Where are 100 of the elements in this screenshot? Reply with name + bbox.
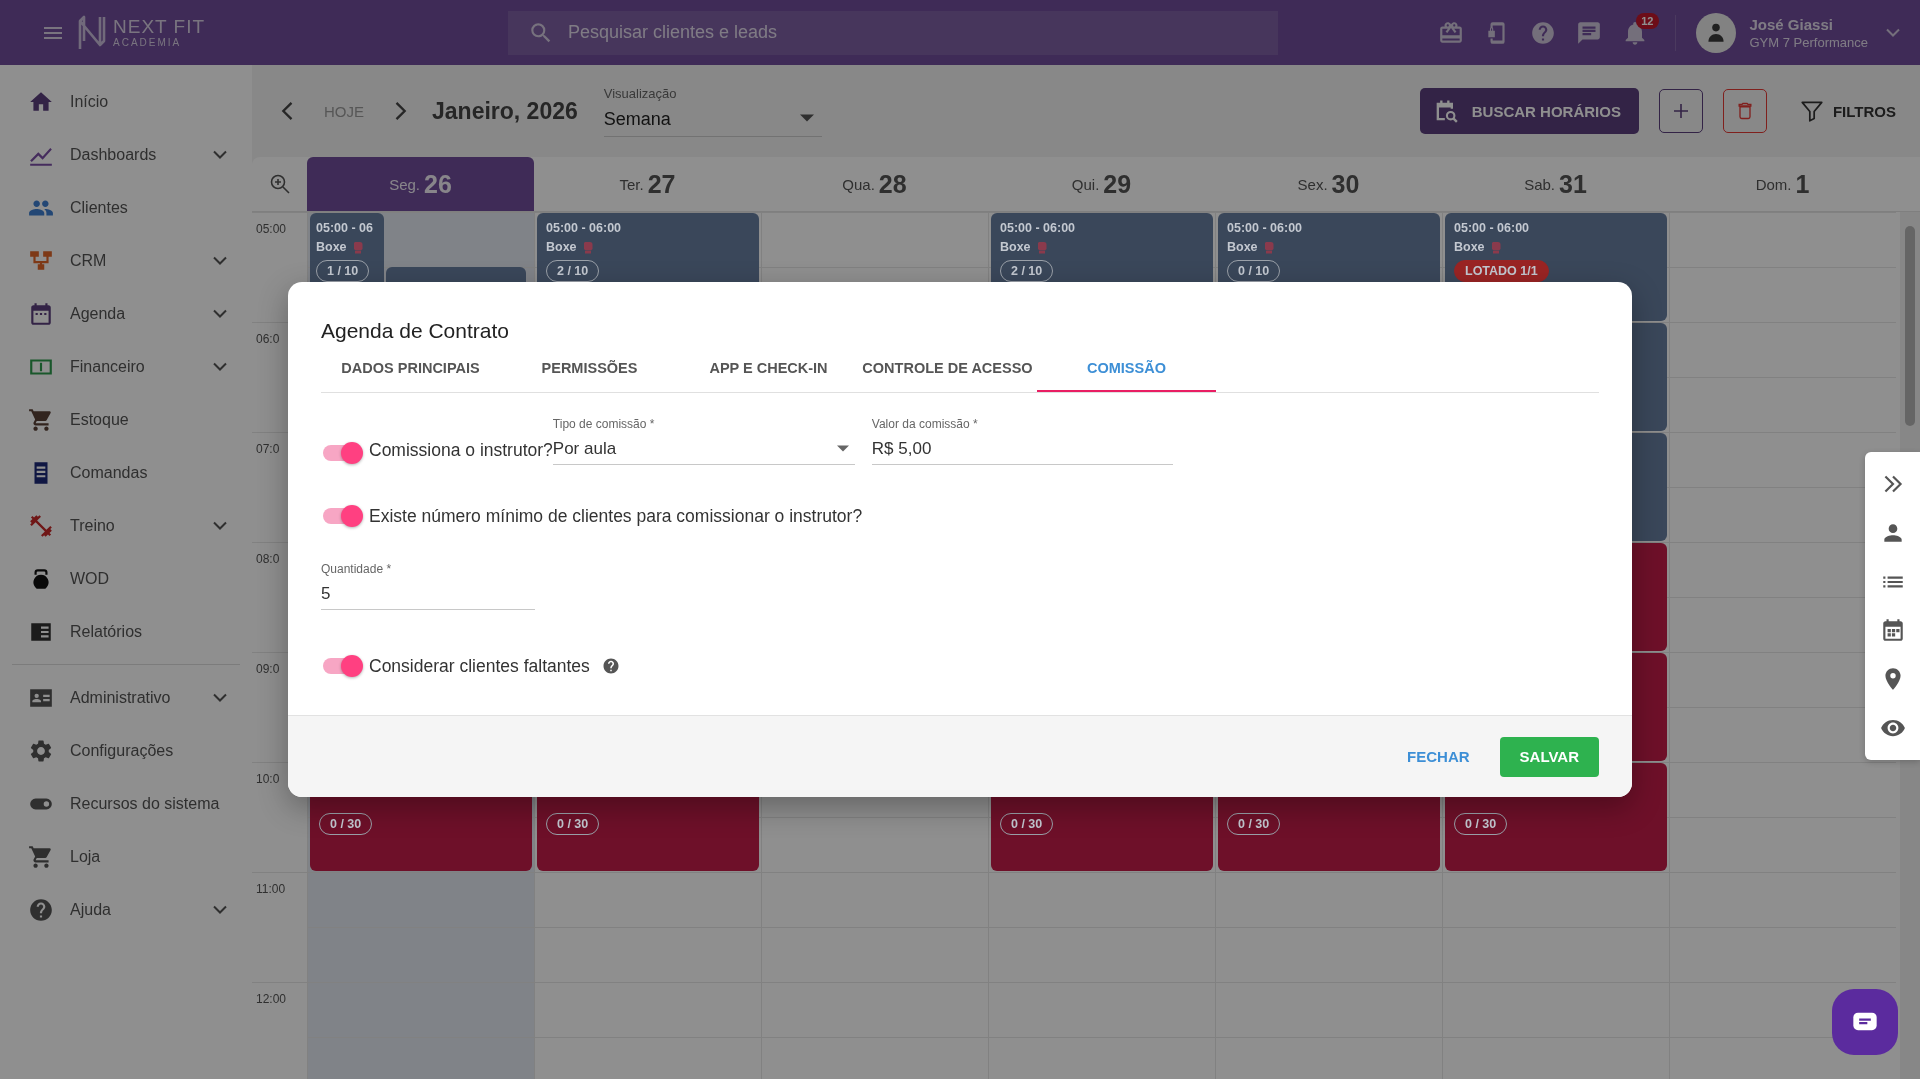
day-header[interactable]: Ter. 27 xyxy=(534,157,761,211)
hour-label: 12:00 xyxy=(256,992,287,1006)
logo-name: NEXT FIT xyxy=(113,17,206,36)
caret-icon xyxy=(836,445,849,452)
add-button[interactable] xyxy=(1658,89,1703,133)
notification-count: 12 xyxy=(1636,12,1659,29)
sidebar-item[interactable]: Estoque xyxy=(0,393,252,446)
toggle-label: Considerar clientes faltantes xyxy=(369,655,590,677)
chat-button[interactable] xyxy=(1832,989,1898,1055)
event-title: Boxe xyxy=(1454,240,1485,254)
toggle-label: Existe número mínimo de clientes para comissionar o instrutor? xyxy=(369,505,863,527)
chevron-down-icon xyxy=(213,309,227,318)
event-time: 05:00 - 06:00 xyxy=(546,221,622,235)
input-field[interactable]: Quantidade * 5 xyxy=(321,562,535,610)
hour-label: 05:00 xyxy=(256,222,287,236)
sidebar-item[interactable]: Recursos do sistema xyxy=(0,777,252,830)
sidebar-item[interactable]: Treino xyxy=(0,499,252,552)
chevron-down-icon[interactable] xyxy=(1886,28,1900,37)
day-header[interactable]: Qui. 29 xyxy=(988,157,1215,211)
sidebar-item[interactable]: Loja xyxy=(0,830,252,883)
event-title: Boxe xyxy=(316,240,347,254)
hour-label: 07:0 xyxy=(256,442,280,456)
toggle-label: Comissiona o instrutor? xyxy=(369,440,553,461)
user-name: José Giassi xyxy=(1749,15,1834,33)
cart-icon xyxy=(28,843,54,870)
boxing-glove-icon xyxy=(1263,240,1274,254)
help-icon xyxy=(28,896,54,923)
tab[interactable]: PERMISSÕES xyxy=(500,345,679,392)
help-icon xyxy=(1529,19,1556,46)
filter-icon xyxy=(1798,98,1825,124)
logo-icon xyxy=(77,14,107,51)
day-header[interactable]: Seg. 26 xyxy=(307,157,534,211)
toggle-switch[interactable] xyxy=(323,658,361,674)
scrollbar-thumb[interactable] xyxy=(1905,226,1915,426)
hour-label: 06:0 xyxy=(256,332,280,346)
event-time: 05:00 - 06:00 xyxy=(1000,221,1076,235)
chevron-down-icon xyxy=(213,521,227,530)
boxing-glove-icon xyxy=(582,240,593,254)
plus-icon xyxy=(1671,102,1690,120)
delete-button[interactable] xyxy=(1722,89,1767,133)
chevron-down-icon xyxy=(213,905,227,914)
tab[interactable]: CONTROLE DE ACESSO xyxy=(858,345,1037,392)
select-field[interactable]: Tipo de comissão * Por aula xyxy=(552,417,855,465)
boxing-glove-icon xyxy=(1490,240,1501,254)
chevron-down-icon xyxy=(213,362,227,371)
sidebar-item[interactable]: Clientes xyxy=(0,181,252,234)
event-time: 05:00 - 06:00 xyxy=(1454,221,1530,235)
sidebar-item[interactable]: Início xyxy=(0,75,252,128)
full-badge: LOTADO 1/1 xyxy=(1454,260,1549,282)
toggle-switch[interactable] xyxy=(323,445,361,461)
day-header[interactable]: Sab. 31 xyxy=(1442,157,1669,211)
period-title: Janeiro, 2026 xyxy=(432,97,578,125)
sidebar-item[interactable]: Dashboards xyxy=(0,128,252,181)
sidebar-item[interactable]: Ajuda xyxy=(0,883,252,936)
avatar[interactable] xyxy=(1695,12,1736,53)
sidebar-item[interactable]: Comandas xyxy=(0,446,252,499)
help-icon[interactable] xyxy=(601,657,620,675)
dumbbell-icon xyxy=(28,512,54,539)
tab[interactable]: COMISSÃO xyxy=(1037,345,1216,392)
sidebar-item[interactable]: Relatórios xyxy=(0,605,252,658)
notifications-button[interactable]: 12 xyxy=(1612,10,1657,55)
sidebar-item[interactable]: WOD xyxy=(0,552,252,605)
save-button[interactable]: SALVAR xyxy=(1499,736,1599,777)
boxing-glove-icon xyxy=(352,240,363,254)
event-title: Boxe xyxy=(546,240,577,254)
event-title: Boxe xyxy=(1227,240,1258,254)
event-title: Boxe xyxy=(1000,240,1031,254)
sidebar-item[interactable]: Financeiro xyxy=(0,340,252,393)
boxing-glove-icon xyxy=(1036,240,1047,254)
tab[interactable]: DADOS PRINCIPAIS xyxy=(321,345,500,392)
day-header[interactable]: Sex. 30 xyxy=(1215,157,1442,211)
gift-icon xyxy=(1437,19,1464,46)
chevron-down-icon xyxy=(213,256,227,265)
sidebar-item[interactable]: Agenda xyxy=(0,287,252,340)
filters-button[interactable]: FILTROS xyxy=(1798,98,1896,124)
sidebar-item[interactable]: Administrativo xyxy=(0,671,252,724)
hour-label: 11:00 xyxy=(256,882,286,896)
tab[interactable]: APP E CHECK-IN xyxy=(679,345,858,392)
day-header[interactable]: Dom. 1 xyxy=(1669,157,1896,211)
logo-subtitle: ACADEMIA xyxy=(113,38,183,48)
event-time: 05:00 - 06 xyxy=(316,221,373,235)
chevron-down-icon xyxy=(213,150,227,159)
day-header[interactable]: Qua. 28 xyxy=(761,157,988,211)
cart-icon xyxy=(28,406,54,433)
view-select[interactable]: Visualização Semana xyxy=(603,85,822,137)
caret-icon xyxy=(799,113,814,122)
chevron-down-icon xyxy=(213,693,227,702)
sidebar-item[interactable]: CRM xyxy=(0,234,252,287)
calendar-icon xyxy=(28,300,54,327)
search-schedules-button[interactable]: BUSCAR HORÁRIOS xyxy=(1419,88,1639,134)
hour-label: 10:0 xyxy=(256,772,280,786)
toggle-switch[interactable] xyxy=(323,508,361,524)
gym-name: GYM 7 Performance xyxy=(1749,34,1868,50)
chat-icon xyxy=(1575,19,1602,46)
hour-label: 08:0 xyxy=(256,552,280,566)
sidebar-item[interactable]: Configurações xyxy=(0,724,252,777)
dialog-title: Agenda de Contrato xyxy=(321,318,510,344)
input-field[interactable]: Valor da comissão * R$ 5,00 xyxy=(871,417,1173,465)
hour-label: 09:0 xyxy=(256,662,280,676)
event-time: 05:00 - 06:00 xyxy=(1227,221,1303,235)
